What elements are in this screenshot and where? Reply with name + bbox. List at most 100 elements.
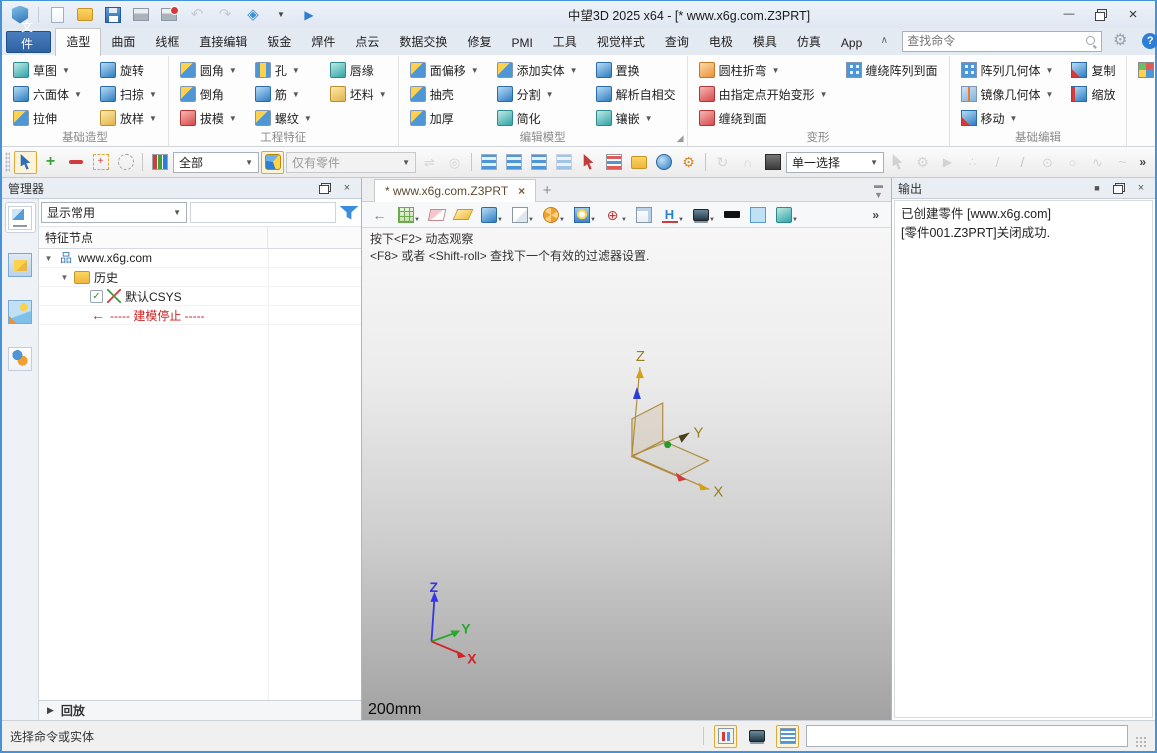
remove-entity-button[interactable] [64, 151, 87, 174]
ribbon-button[interactable]: 解析自相交 [593, 82, 679, 106]
folder-shortcut-button[interactable] [627, 151, 650, 174]
window-minimize-button[interactable]: — [1057, 4, 1081, 26]
menu-tab[interactable]: PMI [501, 32, 542, 55]
selection-mode-select[interactable]: 单一选择▼ [786, 152, 884, 173]
redo-button[interactable]: ↷ [213, 4, 237, 26]
monitor-toggle-button[interactable] [745, 725, 768, 748]
ribbon-button[interactable]: 简化 [494, 106, 581, 130]
view-orientation-button[interactable]: ▼ [539, 203, 562, 226]
ribbon-button[interactable]: 倒角 [177, 82, 240, 106]
ribbon-button[interactable]: 缠绕到面 [696, 106, 831, 130]
select-bars-4-button[interactable] [552, 151, 575, 174]
filter-funnel-icon[interactable] [339, 206, 359, 220]
menu-tab[interactable]: 焊件 [301, 29, 345, 55]
menu-tab[interactable]: 点云 [345, 29, 389, 55]
ribbon-button[interactable]: 基准面▼ [1135, 58, 1157, 82]
part-settings-button[interactable]: ⚙ [677, 151, 700, 174]
line-tool-2-button[interactable]: / [1011, 151, 1034, 174]
ribbon-button[interactable]: 放样▼ [97, 106, 160, 130]
wireframe-mode-button[interactable]: ▼ [508, 203, 531, 226]
dialog-launcher-icon[interactable]: ◢ [677, 133, 684, 144]
input-toggle-button[interactable] [714, 725, 737, 748]
manager-restore-icon[interactable] [317, 181, 333, 196]
ribbon-collapse-button[interactable]: ∧ [872, 30, 896, 52]
viewport-layout-button[interactable] [632, 203, 655, 226]
menu-tab[interactable]: 电极 [699, 29, 743, 55]
ribbon-button[interactable]: 缩放 [1068, 82, 1118, 106]
command-search[interactable] [902, 31, 1102, 52]
filter-all-select[interactable]: 全部▼ [173, 152, 259, 173]
file-menu-button[interactable]: 文件(F) [6, 31, 51, 53]
ribbon-button[interactable]: 孔▼ [252, 58, 315, 82]
menu-tab[interactable]: 视觉样式 [587, 29, 655, 55]
settings-gear-button[interactable]: ⚙ [1108, 30, 1132, 52]
ribbon-button[interactable]: 抽壳 [407, 82, 482, 106]
view-manager-tab[interactable] [5, 296, 36, 327]
select-bars-2-button[interactable] [502, 151, 525, 174]
menu-tab[interactable]: 直接编辑 [189, 29, 257, 55]
sketch-view-button[interactable]: ▼ [394, 203, 417, 226]
zoom-window-button[interactable]: ▼ [570, 203, 593, 226]
menu-tab[interactable]: 造型 [55, 28, 101, 56]
ribbon-button[interactable]: 面偏移▼ [407, 58, 482, 82]
part-only-select[interactable]: 仅有零件▼ [286, 152, 416, 173]
ribbon-button[interactable]: 置换 [593, 58, 679, 82]
ribbon-button[interactable]: 筋▼ [252, 82, 315, 106]
ribbon-button[interactable]: 由指定点开始变形▼ [696, 82, 831, 106]
filter-bars-button[interactable] [148, 151, 171, 174]
menu-tab[interactable]: 查询 [655, 29, 699, 55]
print-batch-button[interactable] [157, 4, 181, 26]
eraser-button[interactable] [425, 203, 448, 226]
role-manager-tab[interactable] [5, 343, 36, 374]
ribbon-button[interactable]: 圆柱折弯▼ [696, 58, 831, 82]
ribbon-button[interactable]: 坯料▼ [327, 82, 390, 106]
menu-tab[interactable]: 钣金 [257, 29, 301, 55]
save-file-button[interactable] [101, 4, 125, 26]
menu-tab[interactable]: 模具 [743, 29, 787, 55]
help-button[interactable]: ? [1138, 30, 1157, 52]
ribbon-button[interactable]: 唇缘 [327, 58, 390, 82]
tree-expander-icon[interactable]: ▼ [59, 273, 70, 282]
ribbon-button[interactable]: 阵列几何体▼ [958, 58, 1057, 82]
ribbon-button[interactable]: 复制 [1068, 58, 1118, 82]
prompt-toggle-button[interactable] [776, 725, 799, 748]
datum-display-button[interactable] [451, 203, 474, 226]
ribbon-button[interactable]: 缠绕阵列到面 [843, 58, 941, 82]
pick-region-button[interactable]: + [89, 151, 112, 174]
status-input[interactable] [806, 725, 1128, 747]
display-box-button[interactable] [761, 151, 784, 174]
ribbon-button[interactable]: 加厚 [407, 106, 482, 130]
section-view-button[interactable]: H▼ [658, 203, 681, 226]
ribbon-button[interactable]: 移动▼ [958, 106, 1057, 130]
tab-close-icon[interactable]: × [518, 184, 525, 198]
tree-row[interactable]: ▼历史 [39, 268, 361, 287]
ribbon-button[interactable]: 分割▼ [494, 82, 581, 106]
snap-dots-button[interactable]: ∴ [961, 151, 984, 174]
display-filter-select[interactable]: 显示常用▼ [41, 202, 187, 223]
part-filter-button[interactable] [261, 151, 284, 174]
window-restore-button[interactable] [1089, 4, 1113, 26]
ribbon-button[interactable]: 添加实体▼ [494, 58, 581, 82]
output-close-icon[interactable]: × [1133, 181, 1149, 196]
lasso-button[interactable] [114, 151, 137, 174]
menu-tab[interactable]: App [831, 32, 872, 55]
add-tab-button[interactable]: + [536, 179, 558, 201]
point-snap-button[interactable]: ⊕▼ [601, 203, 624, 226]
render-mode-button[interactable]: ▼ [689, 203, 712, 226]
layer-display-button[interactable]: ▼ [772, 203, 795, 226]
tree-checkbox[interactable]: ✓ [90, 290, 103, 303]
menu-tab[interactable]: 曲面 [101, 29, 145, 55]
circle-tool-button[interactable]: ○ [1061, 151, 1084, 174]
feature-node-column[interactable]: 特征节点 [39, 227, 268, 248]
circle-center-button[interactable]: ⊙ [1036, 151, 1059, 174]
gear-gray-button[interactable]: ⚙ [911, 151, 934, 174]
output-restore-icon[interactable] [1111, 181, 1127, 196]
document-tab[interactable]: * www.x6g.com.Z3PRT × [374, 179, 536, 202]
ribbon-button[interactable]: 旋转 [97, 58, 160, 82]
history-manager-tab[interactable] [5, 202, 36, 233]
output-pin-icon[interactable]: ■ [1089, 181, 1105, 196]
qat-dropdown-button[interactable]: ▼ [269, 4, 293, 26]
new-file-button[interactable] [45, 4, 69, 26]
resize-grip[interactable] [1135, 736, 1147, 748]
tree-row[interactable]: ✓默认CSYS [39, 287, 361, 306]
